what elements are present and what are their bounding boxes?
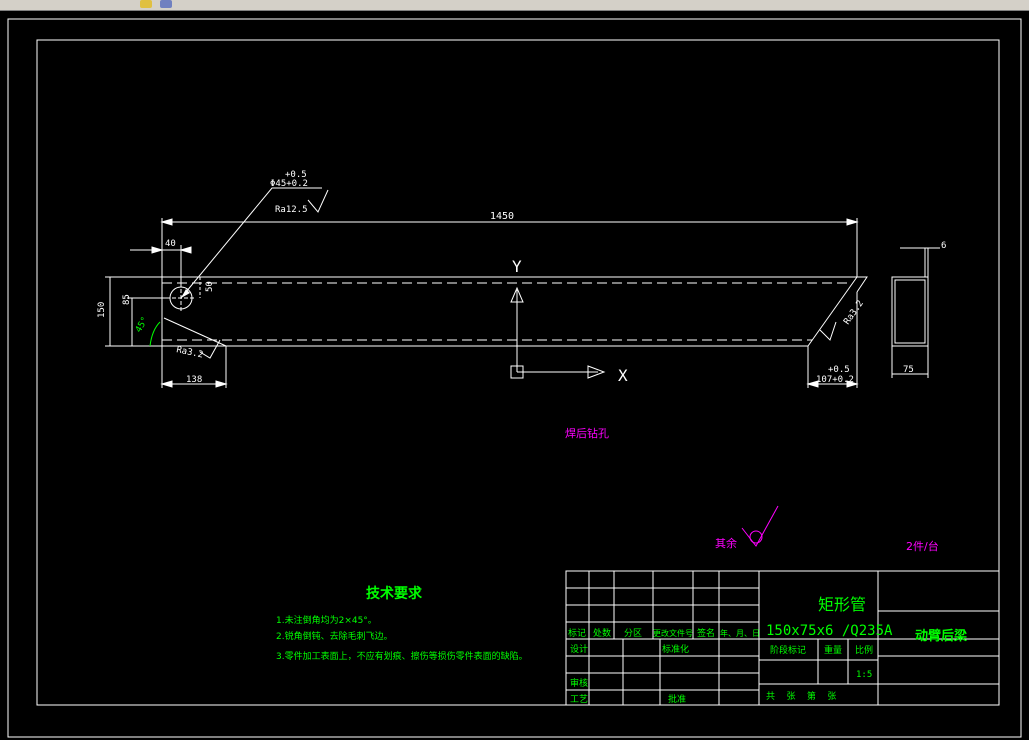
tb-scale-label: 比例 bbox=[855, 644, 873, 656]
tb-stage: 阶段标记 bbox=[770, 644, 806, 656]
material-spec: 150x75x6 /Q235A bbox=[766, 623, 893, 639]
toolbar bbox=[0, 0, 1029, 11]
material-name: 矩形管 bbox=[818, 595, 866, 614]
roughness-hole: Ra12.5 bbox=[275, 205, 308, 215]
tb-scale: 1:5 bbox=[856, 670, 872, 680]
note-rest: 其余 bbox=[715, 536, 737, 550]
part-outline bbox=[161, 276, 858, 347]
tb-label-count: 处数 bbox=[593, 627, 611, 639]
drawing-canvas[interactable]: +0.5 Φ45+0.2 Ra12.5 1450 40 150 85 50 45… bbox=[0, 11, 1029, 740]
note-weld: 焊后钻孔 bbox=[565, 426, 609, 440]
cube-icon[interactable] bbox=[160, 0, 172, 8]
tb-label-sign: 签名 bbox=[697, 627, 715, 639]
cad-drawing: +0.5 Φ45+0.2 Ra12.5 1450 40 150 85 50 45… bbox=[7, 18, 1022, 738]
tech-item-2: 2.锐角倒钝、去除毛刺飞边。 bbox=[276, 630, 393, 642]
tech-item-1: 1.未注倒角均为2×45°。 bbox=[276, 614, 377, 626]
tb-label-mark: 标记 bbox=[568, 627, 586, 639]
section-view bbox=[891, 247, 940, 378]
roughness-left: Ra3.2 bbox=[175, 345, 204, 360]
dim-bottom-left-label: 138 bbox=[186, 375, 202, 385]
tb-approve: 批准 bbox=[668, 693, 686, 705]
angle-label: 45° bbox=[134, 315, 151, 334]
tb-process: 工艺 bbox=[570, 694, 588, 705]
dim-left-offset bbox=[130, 245, 192, 287]
section-wall-label: 6 bbox=[941, 241, 946, 251]
tb-sheets: 共 张 第 张 bbox=[766, 690, 836, 702]
dim-length-label: 1450 bbox=[490, 211, 514, 222]
roughness-rest-icon bbox=[741, 505, 779, 547]
tech-item-3: 3.零件加工表面上，不应有划痕、擦伤等损伤零件表面的缺陷。 bbox=[276, 650, 528, 662]
hidden-lines bbox=[162, 282, 850, 341]
dim-hole-center-label: 85 bbox=[122, 294, 132, 305]
lock-icon[interactable] bbox=[140, 0, 152, 8]
axis-y-label: Y bbox=[512, 257, 522, 276]
note-qty: 2件/台 bbox=[906, 539, 939, 553]
ucs-icon bbox=[510, 286, 606, 379]
dim-right-label: 107+0.2 bbox=[816, 375, 854, 385]
dim-hole-offset-label: 50 bbox=[205, 281, 215, 292]
dim-length bbox=[160, 218, 859, 277]
tech-title: 技术要求 bbox=[366, 585, 423, 602]
dim-height-label: 150 bbox=[97, 302, 107, 318]
tb-label-zone: 分区 bbox=[624, 628, 642, 639]
part-name: 动臂后梁 bbox=[915, 628, 968, 644]
axis-x-label: X bbox=[618, 366, 628, 385]
section-width-label: 75 bbox=[903, 365, 914, 375]
hole-tol-lower: Φ45+0.2 bbox=[270, 179, 308, 189]
tb-label-date: 年、月、日 bbox=[720, 628, 760, 638]
tb-label-change-doc: 更改文件号 bbox=[653, 628, 693, 638]
tb-standard: 标准化 bbox=[662, 643, 689, 655]
dim-right-tol: +0.5 bbox=[828, 365, 850, 375]
tb-design: 设计 bbox=[570, 643, 588, 655]
tb-weight: 重量 bbox=[824, 644, 842, 656]
tb-review: 审核 bbox=[570, 677, 588, 689]
dim-left-offset-label: 40 bbox=[165, 239, 176, 249]
roughness-right: Ra3.2 bbox=[842, 299, 866, 327]
